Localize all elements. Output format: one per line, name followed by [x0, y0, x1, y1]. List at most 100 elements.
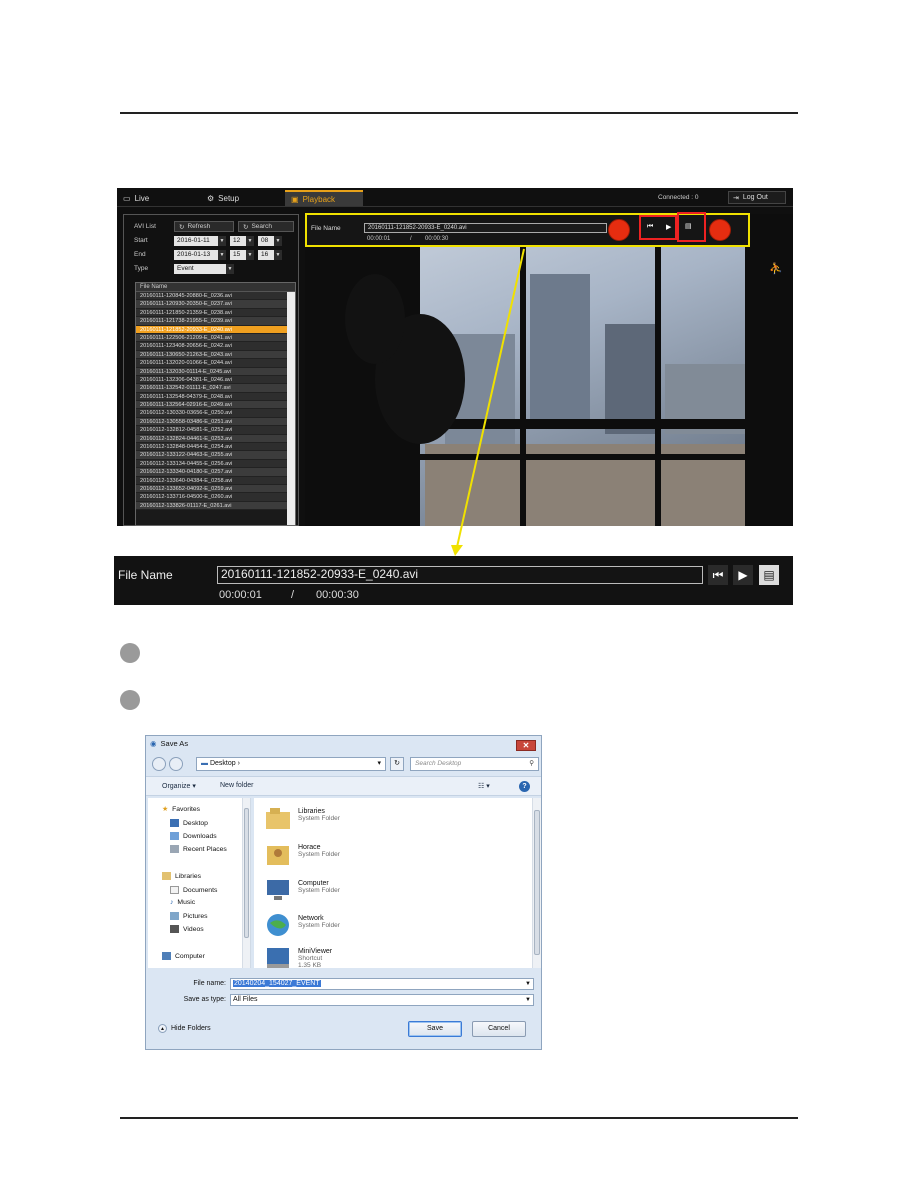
end-minute[interactable]: 16: [258, 250, 274, 260]
nav-favorites[interactable]: ★ Favorites: [162, 805, 200, 814]
new-folder-button[interactable]: New folder: [220, 782, 253, 789]
tab-live[interactable]: ▭ Live: [117, 190, 199, 206]
file-list-item[interactable]: 20160112-133652-04092-E_0259.avi: [136, 484, 295, 494]
rewind-button[interactable]: ⏮: [708, 565, 728, 585]
search-icon: ↻: [243, 223, 249, 231]
logout-button[interactable]: ⇥ Log Out: [728, 191, 786, 204]
nav-computer[interactable]: Computer: [162, 952, 205, 960]
nav-desktop-label: Desktop: [183, 819, 208, 827]
file-list-item[interactable]: 20160111-130650-21263-E_0243.avi: [136, 350, 295, 360]
file-list-item[interactable]: 20160111-132030-01114-E_0245.avi: [136, 367, 295, 376]
play-button[interactable]: ▶: [733, 565, 753, 585]
cancel-button[interactable]: Cancel: [472, 1021, 526, 1037]
search-input[interactable]: Search Desktop ⚲: [410, 757, 539, 771]
end-hour-dropdown[interactable]: ▼: [246, 250, 254, 260]
save-type-select[interactable]: All Files ▼: [230, 994, 534, 1006]
file-list-item[interactable]: 20160111-132306-04381-E_0246.avi: [136, 375, 295, 385]
file-list-item[interactable]: 20160111-121738-21955-E_0239.avi: [136, 317, 295, 326]
file-list-item[interactable]: 20160111-121850-21359-E_0238.avi: [136, 308, 295, 318]
help-button[interactable]: ?: [519, 781, 530, 792]
file-list-item[interactable]: 20160112-133716-04500-E_0260.avi: [136, 493, 295, 502]
back-button[interactable]: [152, 757, 166, 771]
start-minute[interactable]: 08: [258, 236, 274, 246]
file-list-item[interactable]: 20160112-132848-04454-E_0254.avi: [136, 443, 295, 452]
file-list-item[interactable]: 20160112-132812-04581-E_0252.avi: [136, 426, 295, 435]
file-list-item[interactable]: 20160111-132564-02916-E_0249.avi: [136, 401, 295, 410]
address-bar[interactable]: ▬ Desktop › ▾: [196, 757, 386, 771]
nav-desktop[interactable]: Desktop: [170, 819, 208, 827]
file-list-item[interactable]: 20160112-133340-04180-E_0257.avi: [136, 468, 295, 477]
search-button[interactable]: ↻ Search: [238, 221, 294, 232]
end-date[interactable]: 2016-01-13: [174, 250, 218, 260]
chevron-down-icon[interactable]: ▼: [525, 979, 531, 989]
end-date-dropdown[interactable]: ▼: [218, 250, 226, 260]
hide-folders-toggle[interactable]: ▲ Hide Folders: [158, 1024, 211, 1033]
file-list-item[interactable]: 20160111-123408-20656-E_0242.avi: [136, 342, 295, 351]
save-button[interactable]: Save: [408, 1021, 462, 1037]
nav-recent-places[interactable]: Recent Places: [170, 845, 227, 853]
save-clip-icon[interactable]: ▤: [685, 222, 692, 230]
organize-menu[interactable]: Organize ▾: [162, 782, 196, 790]
close-button[interactable]: ✕: [516, 740, 536, 751]
start-hour[interactable]: 12: [230, 236, 246, 246]
file-list-item[interactable]: 20160111-120845-20880-E_0236.avi: [136, 292, 295, 301]
end-hour[interactable]: 15: [230, 250, 246, 260]
file-list-item[interactable]: 20160111-132020-01066-E_0244.avi: [136, 359, 295, 368]
file-list-item[interactable]: 20160112-133826-01117-E_0261.avi: [136, 501, 295, 511]
file-list-item[interactable]: 20160111-120930-20350-E_0237.avi: [136, 300, 295, 309]
save-clip-button[interactable]: ▤: [759, 565, 779, 585]
nav-documents[interactable]: Documents: [170, 886, 217, 894]
nav-music[interactable]: ♪ Music: [170, 899, 195, 906]
end-minute-dropdown[interactable]: ▼: [274, 250, 282, 260]
file-list-item[interactable]: 20160112-130330-03656-E_0250.avi: [136, 409, 295, 418]
file-list-item[interactable]: 20160112-132824-04461-E_0253.avi: [136, 434, 295, 444]
start-date[interactable]: 2016-01-11: [174, 236, 218, 246]
file-list-item[interactable]: 20160111-132548-04379-E_0248.avi: [136, 392, 295, 402]
tab-playback[interactable]: ▣ Playback: [285, 190, 363, 206]
forward-button[interactable]: [169, 757, 183, 771]
nav-scrollbar[interactable]: [242, 798, 250, 968]
chevron-down-icon[interactable]: ▾: [377, 758, 381, 770]
play-icon[interactable]: ▶: [666, 223, 671, 231]
file-list-item[interactable]: 20160112-133134-04455-E_0256.avi: [136, 459, 295, 469]
list-item[interactable]: Computer System Folder: [264, 876, 340, 904]
nav-downloads-label: Downloads: [183, 832, 217, 840]
rewind-icon[interactable]: ⏮: [647, 223, 653, 231]
nav-pictures[interactable]: Pictures: [170, 912, 208, 920]
playback-control-bar: File Name 20160111-121852-20933-E_0240.a…: [305, 212, 750, 247]
file-list-item[interactable]: 20160111-122506-21209-E_0241.avi: [136, 333, 295, 343]
start-date-dropdown[interactable]: ▼: [218, 236, 226, 246]
list-item[interactable]: Horace System Folder: [264, 840, 340, 868]
type-select[interactable]: Event: [174, 264, 226, 274]
tab-setup[interactable]: ⚙ Setup: [201, 190, 283, 206]
file-list-item[interactable]: 20160111-121852-20933-E_0240.avi: [136, 325, 295, 334]
start-hour-dropdown[interactable]: ▼: [246, 236, 254, 246]
file-view-scroll-thumb[interactable]: [534, 810, 540, 955]
nav-videos[interactable]: Videos: [170, 925, 204, 933]
refresh-button[interactable]: ↻: [390, 757, 404, 771]
file-list-item[interactable]: 20160112-130558-03486-E_0251.avi: [136, 417, 295, 427]
nav-recent-places-label: Recent Places: [183, 845, 227, 853]
video-building: [530, 274, 590, 424]
nav-libraries[interactable]: Libraries: [162, 872, 201, 880]
list-item[interactable]: Libraries System Folder: [264, 804, 340, 832]
star-icon: ★: [162, 806, 169, 813]
nav-scroll-thumb[interactable]: [244, 808, 249, 938]
view-options-button[interactable]: ☷ ▾: [478, 782, 490, 790]
file-name-input[interactable]: 20140204_154027_EVENT ▼: [230, 978, 534, 990]
footer-rule: [120, 1117, 798, 1119]
chevron-down-icon[interactable]: ▼: [525, 995, 531, 1005]
list-item[interactable]: Network System Folder: [264, 911, 340, 939]
list-item[interactable]: MiniViewer Shortcut 1.35 KB: [264, 944, 332, 972]
file-list-item[interactable]: 20160112-133122-04463-E_0255.avi: [136, 451, 295, 460]
file-list-item[interactable]: 20160112-133640-04384-E_0258.avi: [136, 476, 295, 485]
file-list-item[interactable]: 20160111-132542-01111-E_0247.avi: [136, 384, 295, 393]
video-view: ⛹: [305, 214, 793, 526]
file-view-scrollbar[interactable]: [532, 798, 541, 968]
libraries-icon: [266, 808, 290, 829]
nav-downloads[interactable]: Downloads: [170, 832, 217, 840]
type-dropdown[interactable]: ▼: [226, 264, 234, 274]
file-list-scrollbar[interactable]: [287, 292, 295, 525]
start-minute-dropdown[interactable]: ▼: [274, 236, 282, 246]
refresh-button[interactable]: ↻ Refresh: [174, 221, 234, 232]
